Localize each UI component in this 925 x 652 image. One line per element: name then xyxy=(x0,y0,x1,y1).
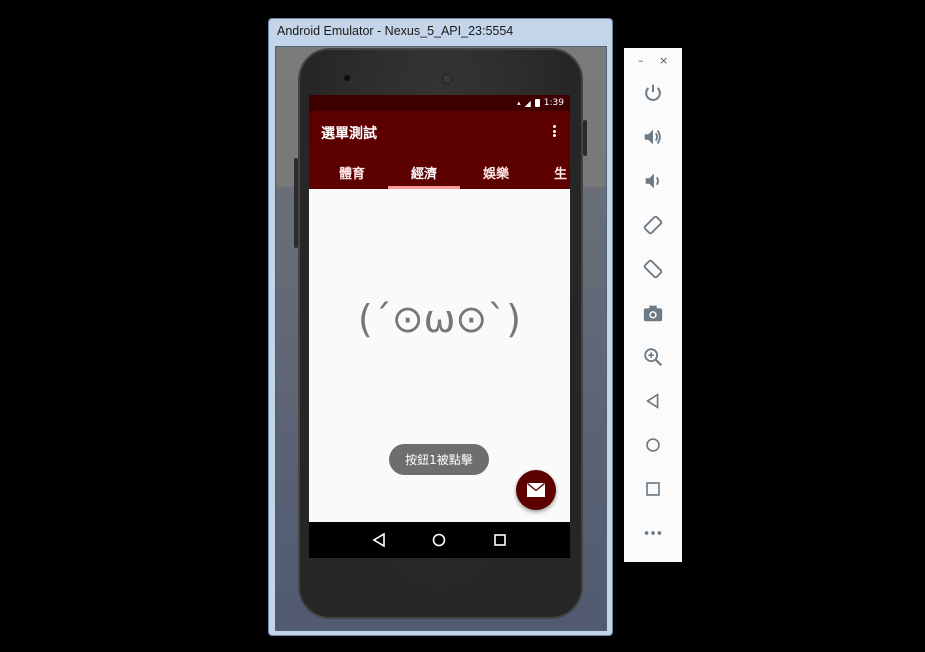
front-camera xyxy=(344,75,350,81)
tab-sports[interactable]: 體育 xyxy=(316,155,388,189)
rotate-left-icon[interactable] xyxy=(639,211,667,239)
tab-bar: 體育 經濟 娛樂 生 xyxy=(309,155,570,189)
volume-down-icon[interactable] xyxy=(639,167,667,195)
tab-content: (´⊙ω⊙`) 按鈕1被點擊 xyxy=(309,189,570,522)
tab-economy[interactable]: 經濟 xyxy=(388,155,460,189)
toast-message: 按鈕1被點擊 xyxy=(389,444,489,475)
app-title: 選單測試 xyxy=(321,126,377,142)
navigation-bar xyxy=(309,522,570,558)
more-icon[interactable] xyxy=(639,519,667,547)
status-time: 1:39 xyxy=(543,98,564,108)
panel-minimize-button[interactable]: – xyxy=(638,54,644,67)
emulator-control-panel: – × xyxy=(624,48,682,562)
mail-fab-button[interactable] xyxy=(516,470,556,510)
device-screen[interactable]: ▴ ◢ 1:39 選單測試 體育 經濟 娛樂 生 (´⊙ω⊙`) 按鈕1被點擊 xyxy=(309,95,570,558)
nav-home-icon[interactable] xyxy=(432,533,446,547)
volume-up-icon[interactable] xyxy=(639,123,667,151)
mail-icon xyxy=(527,483,545,497)
overview-icon[interactable] xyxy=(639,475,667,503)
home-icon[interactable] xyxy=(639,431,667,459)
phone-power-button xyxy=(583,120,587,156)
rotate-right-icon[interactable] xyxy=(639,255,667,283)
desktop: Android Emulator - Nexus_5_API_23:5554 ▴… xyxy=(0,0,925,652)
signal-icon: ◢ xyxy=(524,98,531,108)
battery-icon xyxy=(534,99,540,107)
earpiece xyxy=(442,74,452,84)
kaomoji-text: (´⊙ω⊙`) xyxy=(357,297,522,341)
tab-life-partial[interactable]: 生 xyxy=(532,155,570,189)
window-title: Android Emulator - Nexus_5_API_23:5554 xyxy=(277,24,514,38)
phone-volume-rocker xyxy=(294,158,298,248)
back-icon[interactable] xyxy=(639,387,667,415)
zoom-icon[interactable] xyxy=(639,343,667,371)
panel-close-button[interactable]: × xyxy=(659,54,668,67)
app-bar: 選單測試 體育 經濟 娛樂 生 xyxy=(309,111,570,189)
nav-back-icon[interactable] xyxy=(372,533,386,547)
lte-icon: ▴ xyxy=(517,99,521,107)
power-icon[interactable] xyxy=(639,79,667,107)
camera-icon[interactable] xyxy=(639,299,667,327)
nav-overview-icon[interactable] xyxy=(493,533,507,547)
tab-entertainment[interactable]: 娛樂 xyxy=(460,155,532,189)
status-bar: ▴ ◢ 1:39 xyxy=(309,95,570,111)
overflow-menu-icon[interactable] xyxy=(548,123,560,139)
